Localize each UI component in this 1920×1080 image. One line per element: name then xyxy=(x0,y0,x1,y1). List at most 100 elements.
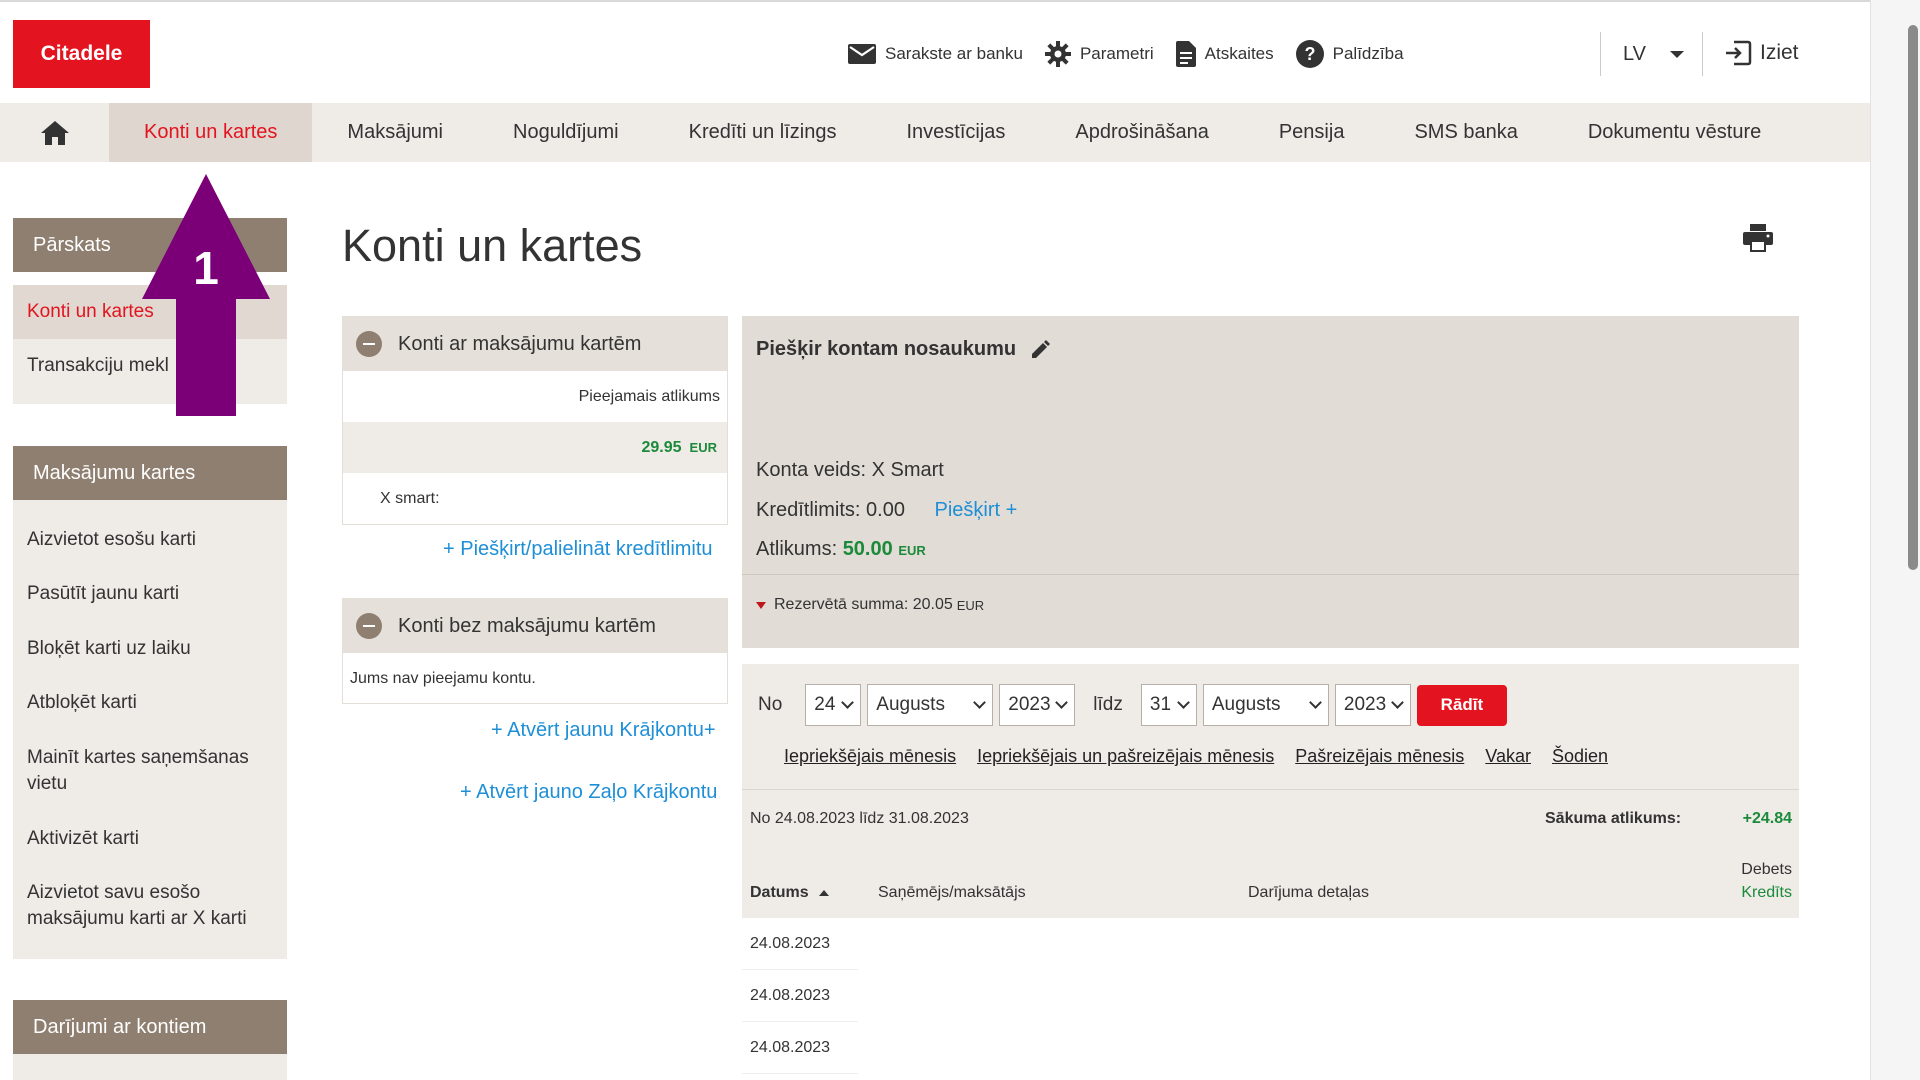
quick-period-links: Iepriekšējais mēnesis Iepriekšējais un p… xyxy=(784,746,1629,767)
sidebar-item-block-card[interactable]: Bloķēt karti uz laiku xyxy=(13,636,287,690)
available-balance-row[interactable]: 29.95 EUR xyxy=(343,422,727,473)
settings-label: Parametri xyxy=(1079,44,1154,63)
open-savings-plus-link[interactable]: + Atvērt jaunu Krājkontu+ xyxy=(491,719,716,742)
logout-icon xyxy=(1726,40,1752,66)
account-name-prompt-text: Piešķir kontam nosaukumu xyxy=(756,338,1017,360)
accounts-without-cards-header[interactable]: Konti bez maksājumu kartēm xyxy=(343,599,727,653)
messages-link[interactable]: Sarakste ar banku xyxy=(848,44,1023,64)
sidebar-accounts-list xyxy=(13,1054,287,1080)
to-year-select[interactable]: 2023 xyxy=(1334,684,1411,726)
yesterday-link[interactable]: Vakar xyxy=(1485,746,1531,767)
previous-and-current-month-link[interactable]: Iepriekšējais un pašreizējais mēnesis xyxy=(977,746,1274,767)
help-link[interactable]: ? Palīdzība xyxy=(1295,40,1404,68)
assign-credit-limit-link[interactable]: + Piešķirt/palielināt kredītlimitu xyxy=(443,538,713,561)
nav-payments[interactable]: Maksājumi xyxy=(312,103,478,162)
row-date: 24.08.2023 xyxy=(750,1038,831,1056)
accounts-with-cards-title: Konti ar maksājumu kartēm xyxy=(398,332,642,355)
from-month-value: Augusts xyxy=(876,694,945,715)
top-links: Sarakste ar banku Parametri Atskaites ? … xyxy=(848,40,1426,68)
chevron-down-icon xyxy=(973,696,987,709)
triangle-down-icon xyxy=(756,601,766,609)
pencil-icon[interactable] xyxy=(1030,339,1051,360)
from-month-select[interactable]: Augusts xyxy=(867,684,994,726)
home-button[interactable] xyxy=(0,103,109,162)
sidebar-item-change-pickup[interactable]: Mainīt kartes saņemšanas vietu xyxy=(13,745,287,826)
vertical-scrollbar[interactable] xyxy=(1870,0,1920,1080)
sidebar-cards-header: Maksājumu kartes xyxy=(13,446,287,500)
nav-document-history[interactable]: Dokumentu vēsture xyxy=(1553,103,1796,162)
nav-investments[interactable]: Investīcijas xyxy=(871,103,1040,162)
document-icon xyxy=(1175,41,1196,67)
current-month-link[interactable]: Pašreizējais mēnesis xyxy=(1295,746,1464,767)
today-link[interactable]: Šodien xyxy=(1552,746,1608,767)
accounts-with-cards-box: Konti ar maksājumu kartēm Pieejamais atl… xyxy=(342,316,728,525)
table-row[interactable]: 24.08.2023 xyxy=(742,970,858,1022)
account-x-smart-name: X smart: xyxy=(380,489,440,507)
transaction-rows: 24.08.2023 24.08.2023 24.08.2023 xyxy=(742,918,1799,1080)
reserved-amount-toggle[interactable]: Rezervētā summa: 20.05 EUR xyxy=(756,596,984,614)
chevron-down-icon xyxy=(1177,696,1190,709)
row-date: 24.08.2023 xyxy=(750,986,831,1004)
nav-sms-bank[interactable]: SMS banka xyxy=(1379,103,1552,162)
sidebar-item-activate-card[interactable]: Aktivizēt karti xyxy=(13,826,287,880)
available-balance-currency: EUR xyxy=(689,440,717,455)
account-x-smart-row[interactable]: X smart: xyxy=(343,473,727,524)
nav-deposits[interactable]: Noguldījumi xyxy=(478,103,654,162)
details-column-header: Darījuma detaļas xyxy=(1248,884,1369,901)
to-month-select[interactable]: Augusts xyxy=(1202,684,1329,726)
open-green-savings-link[interactable]: + Atvērt jauno Zaļo Krājkontu xyxy=(460,781,717,804)
assign-credit-link[interactable]: Piešķirt + xyxy=(935,499,1018,521)
printer-icon xyxy=(1743,224,1773,252)
logo-text: Citadele xyxy=(40,42,123,65)
from-day-select[interactable]: 24 xyxy=(805,684,862,726)
previous-month-link[interactable]: Iepriekšējais mēnesis xyxy=(784,746,956,767)
page-title: Konti un kartes xyxy=(342,220,643,271)
nav-accounts-cards[interactable]: Konti un kartes xyxy=(109,103,313,162)
balance-line: Atlikums: 50.00 EUR xyxy=(756,538,926,561)
language-select[interactable]: LV xyxy=(1600,32,1703,76)
from-label: No xyxy=(758,694,783,715)
date-column-header[interactable]: Datums xyxy=(750,884,829,902)
scrollbar-thumb[interactable] xyxy=(1908,25,1918,570)
reserved-amount-text: Rezervētā summa: 20.05 xyxy=(774,596,953,613)
nav-pension[interactable]: Pensija xyxy=(1244,103,1380,162)
to-month-value: Augusts xyxy=(1211,694,1281,715)
nav-insurance[interactable]: Apdrošināšana xyxy=(1040,103,1243,162)
reports-link[interactable]: Atskaites xyxy=(1175,41,1274,67)
print-button[interactable] xyxy=(1743,224,1773,257)
collapse-icon[interactable] xyxy=(356,331,382,357)
collapse-icon[interactable] xyxy=(356,613,382,639)
show-button[interactable]: Rādīt xyxy=(1416,684,1507,726)
logout-button[interactable]: Iziet xyxy=(1724,40,1799,66)
accounts-with-cards-header[interactable]: Konti ar maksājumu kartēm xyxy=(343,317,727,371)
gear-icon xyxy=(1044,41,1071,67)
nav-loans[interactable]: Kredīti un līzings xyxy=(654,103,872,162)
sidebar-item-unblock-card[interactable]: Atbloķēt karti xyxy=(13,690,287,745)
credit-limit-line: Kredītlimits: 0.00 Piešķirt + xyxy=(756,499,1017,522)
step-number: 1 xyxy=(193,242,219,294)
transaction-history-panel: No 24 Augusts 2023 līdz 31 Augusts 2023 … xyxy=(742,664,1799,1080)
credit-column-header: Kredīts xyxy=(1741,884,1792,901)
sidebar-overview-title: Pārskats xyxy=(33,233,111,256)
envelope-icon xyxy=(848,44,876,64)
step-arrow-annotation: 1 xyxy=(142,174,270,416)
sidebar-item-replace-card[interactable]: Aizvietot esošu karti xyxy=(13,527,287,581)
balance-currency: EUR xyxy=(898,543,926,558)
help-icon: ? xyxy=(1295,40,1324,68)
reserved-currency: EUR xyxy=(956,597,985,613)
from-year-select[interactable]: 2023 xyxy=(999,684,1076,726)
chevron-down-icon xyxy=(1309,696,1322,709)
available-balance-label: Pieejamais atlikums xyxy=(578,387,720,405)
home-icon xyxy=(40,120,69,145)
account-detail-panel: Piešķir kontam nosaukumu Konta veids: X … xyxy=(742,316,1799,648)
table-row[interactable]: 24.08.2023 xyxy=(742,918,858,970)
sidebar-item-replace-with-x-card[interactable]: Aizvietot savu esošo maksājumu karti ar … xyxy=(13,880,287,950)
citadele-logo[interactable]: Citadele xyxy=(13,20,150,88)
settings-link[interactable]: Parametri xyxy=(1044,41,1154,67)
chevron-down-icon xyxy=(841,696,855,709)
table-row[interactable]: 24.08.2023 xyxy=(742,1022,858,1074)
sidebar-item-order-card[interactable]: Pasūtīt jaunu karti xyxy=(13,581,287,636)
caret-down-icon xyxy=(1669,50,1684,58)
to-day-select[interactable]: 31 xyxy=(1140,684,1197,726)
account-name-prompt[interactable]: Piešķir kontam nosaukumu xyxy=(756,338,1051,361)
